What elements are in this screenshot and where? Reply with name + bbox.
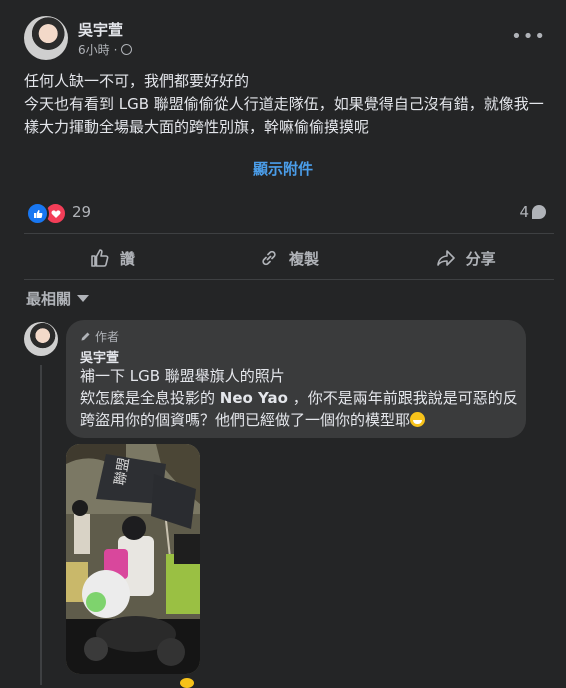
comment-sort-dropdown[interactable]: 最相關 bbox=[26, 288, 90, 309]
reaction-icons[interactable] bbox=[26, 202, 67, 225]
post-line: 今天也有看到 LGB 聯盟偷偷從人行道走隊伍，如果覺得自己沒有錯，就像我一樣大力… bbox=[24, 95, 544, 136]
author-avatar[interactable] bbox=[24, 16, 68, 60]
like-label: 讚 bbox=[119, 249, 135, 268]
comment-line-pre: 欸怎麼是全息投影的 bbox=[80, 389, 220, 407]
comment-count-value: 4 bbox=[519, 203, 529, 221]
divider bbox=[24, 279, 554, 280]
comment-count[interactable]: 4 bbox=[519, 203, 546, 221]
comment-line: 欸怎麼是全息投影的 Neo Yao ，你不是兩年前跟我說是可惡的反跨盜用你的個資… bbox=[80, 387, 520, 431]
comment-avatar[interactable] bbox=[24, 322, 58, 356]
grinning-emoji-icon bbox=[410, 412, 426, 427]
meta-separator: · bbox=[113, 42, 118, 57]
mention-link[interactable]: Neo Yao bbox=[220, 389, 288, 407]
copy-button[interactable]: 複製 bbox=[201, 238, 378, 278]
post-header: 吳宇萱 6小時 · ••• bbox=[24, 16, 566, 64]
like-reaction-icon bbox=[26, 202, 49, 225]
comment-line: 補一下 LGB 聯盟舉旗人的照片 bbox=[80, 367, 285, 385]
reaction-emoji-icon bbox=[180, 678, 194, 688]
globe-icon[interactable] bbox=[121, 44, 133, 55]
like-button[interactable]: 讚 bbox=[24, 238, 201, 278]
share-arrow-icon bbox=[436, 250, 455, 266]
thumbs-up-icon bbox=[91, 249, 109, 267]
author-badge: 作者 bbox=[80, 328, 119, 345]
chevron-down-icon bbox=[77, 295, 90, 302]
post-meta: 6小時 · bbox=[78, 41, 133, 58]
show-attachment-link[interactable]: 顯示附件 bbox=[0, 158, 566, 179]
link-icon bbox=[262, 250, 276, 266]
share-label: 分享 bbox=[465, 249, 496, 268]
pencil-icon bbox=[81, 332, 90, 341]
comment-text: 補一下 LGB 聯盟舉旗人的照片 欸怎麼是全息投影的 Neo Yao ，你不是兩… bbox=[80, 365, 520, 431]
comment-bubble: 作者 吳宇萱 補一下 LGB 聯盟舉旗人的照片 欸怎麼是全息投影的 Neo Ya… bbox=[66, 320, 526, 438]
divider bbox=[24, 233, 554, 234]
comment-author[interactable]: 吳宇萱 bbox=[80, 347, 119, 366]
action-bar: 讚 複製 分享 bbox=[24, 238, 554, 278]
post-body: 任何人缺一不可，我們都要好好的 今天也有看到 LGB 聯盟偷偷從人行道走隊伍，如… bbox=[24, 70, 546, 139]
post-line: 任何人缺一不可，我們都要好好的 bbox=[24, 72, 250, 90]
sort-label: 最相關 bbox=[26, 290, 72, 308]
share-button[interactable]: 分享 bbox=[377, 238, 554, 278]
author-name[interactable]: 吳宇萱 bbox=[78, 19, 123, 40]
post-stats: 29 4 bbox=[26, 201, 546, 225]
author-badge-label: 作者 bbox=[95, 330, 120, 344]
thread-line bbox=[40, 365, 42, 685]
post-time[interactable]: 6小時 bbox=[78, 41, 110, 58]
more-dots-icon[interactable]: ••• bbox=[511, 26, 546, 47]
copy-label: 複製 bbox=[289, 249, 320, 268]
comment-photo[interactable]: 聯盟 bbox=[66, 444, 200, 674]
photo-scene: 聯盟 bbox=[66, 444, 200, 674]
comment-bubble-icon bbox=[532, 205, 546, 219]
reaction-count[interactable]: 29 bbox=[72, 203, 91, 221]
